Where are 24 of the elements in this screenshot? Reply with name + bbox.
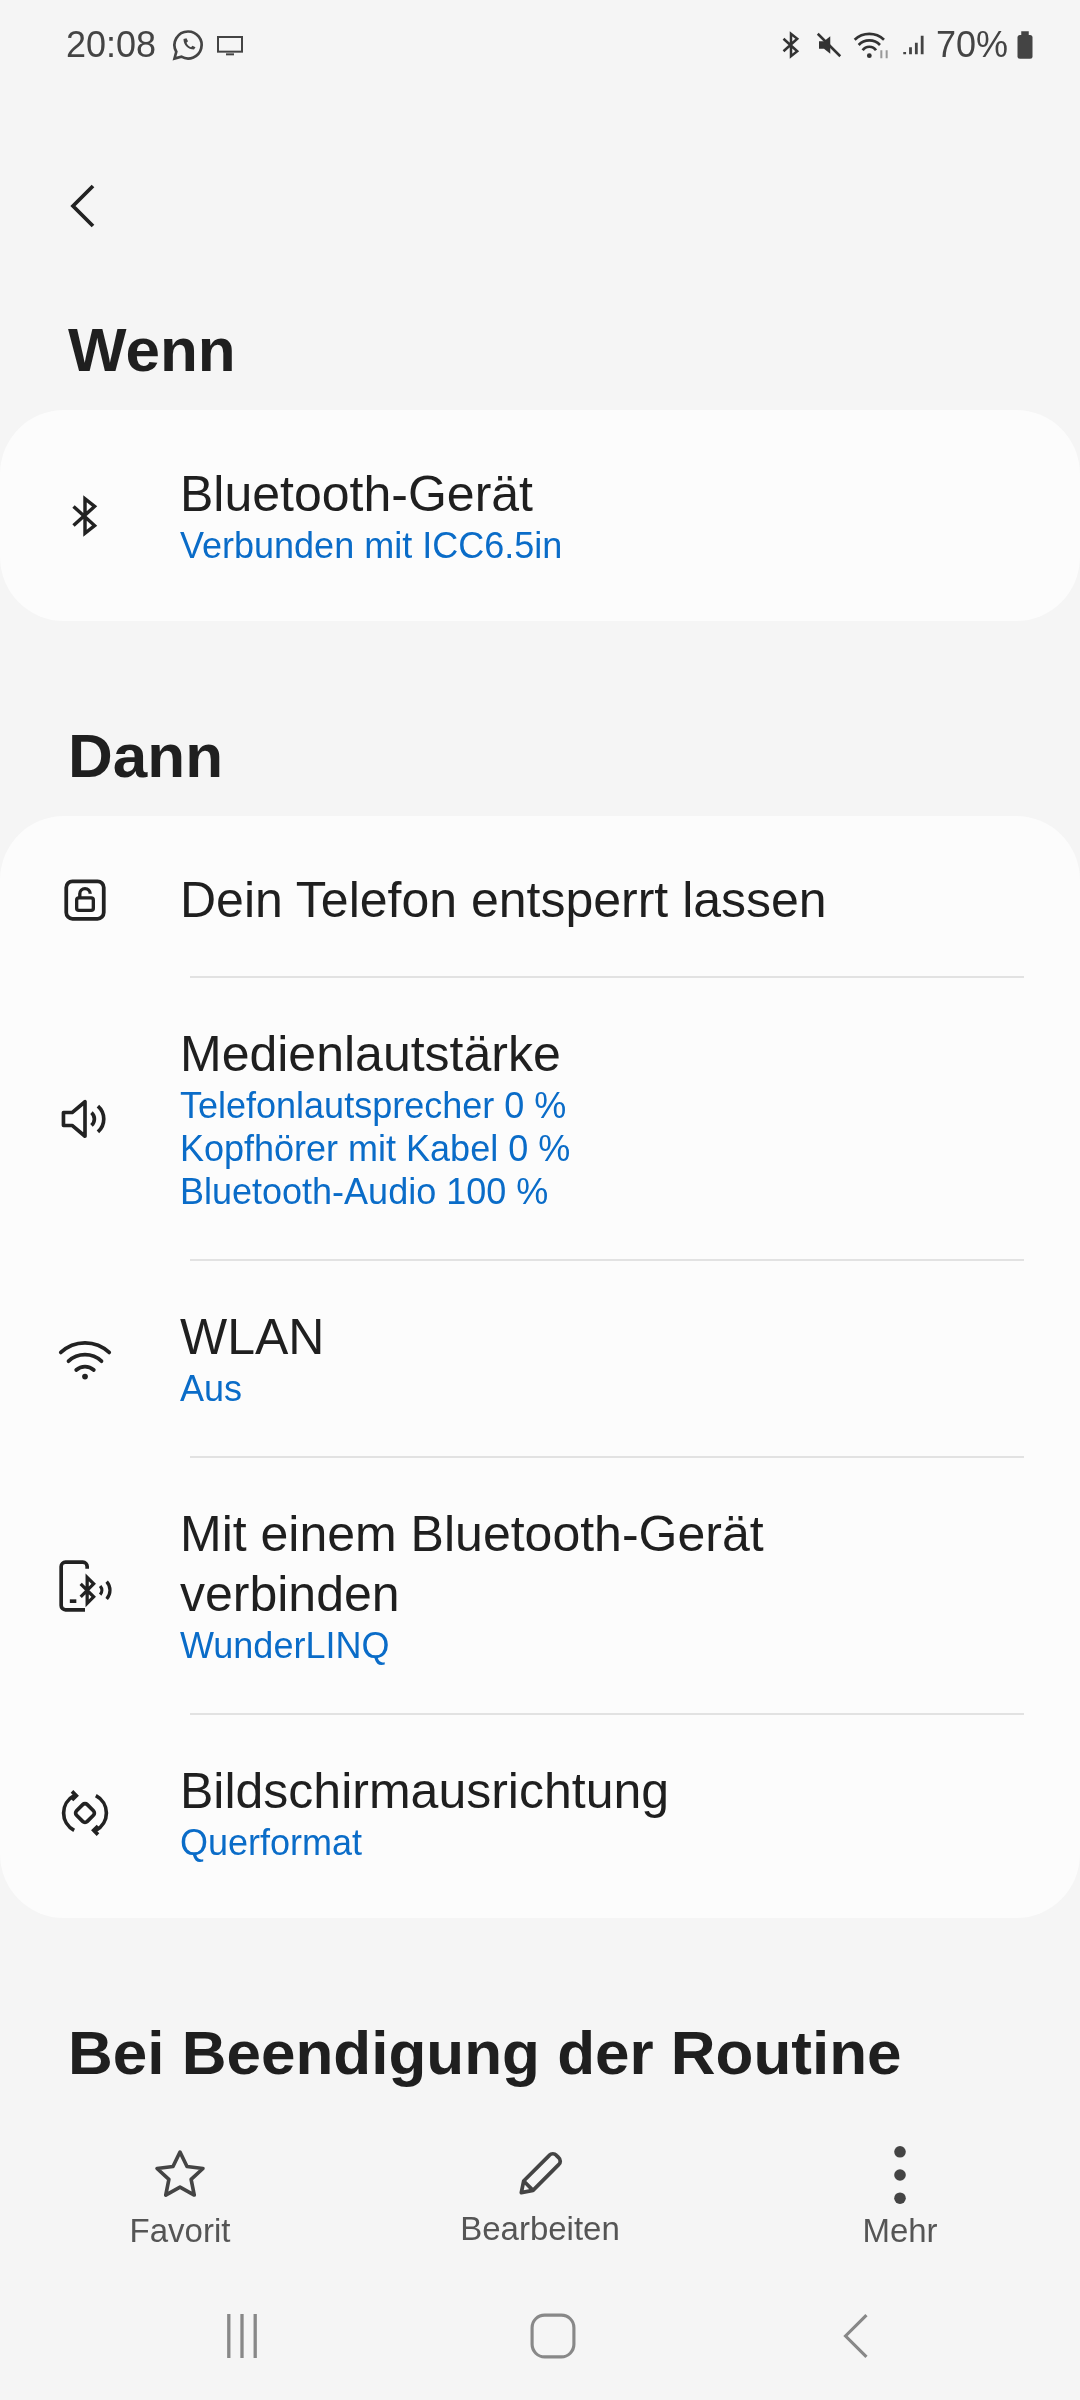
item-detail: WunderLINQ — [180, 1624, 391, 1667]
battery-icon — [1016, 30, 1034, 60]
home-icon[interactable] — [530, 2313, 576, 2359]
item-title[interactable]: Medienlautstärke — [180, 1024, 960, 1084]
item-title[interactable]: Bildschirmausrichtung — [180, 1761, 960, 1821]
battery-percent: 70% — [935, 24, 1008, 66]
more-icon — [894, 2146, 906, 2204]
section-heading: Dann — [67, 720, 224, 792]
item-detail: Verbunden mit ICC6.5in — [180, 524, 564, 567]
item-detail: Bluetooth-Audio 100 % — [180, 1170, 550, 1213]
action-button[interactable]: Favorit — [0, 2138, 360, 2258]
item-title[interactable]: Bluetooth-Gerät — [180, 464, 960, 524]
item-title[interactable]: Dein Telefon entsperrt lassen — [180, 870, 960, 930]
action-button[interactable]: Mehr — [720, 2138, 1080, 2258]
status-time: 20:08 — [66, 24, 157, 66]
section-heading: Bei Beendigung der Routine — [67, 2017, 903, 2089]
item-detail: Querformat — [180, 1821, 364, 1864]
item-detail: Kopfhörer mit Kabel 0 % — [180, 1127, 572, 1170]
action-button[interactable]: Bearbeiten — [360, 2138, 720, 2258]
item-title[interactable]: WLAN — [180, 1307, 960, 1367]
section-heading: Wenn — [67, 314, 237, 386]
item-detail: Aus — [180, 1367, 244, 1410]
item-detail: Telefonlautsprecher 0 % — [180, 1084, 568, 1127]
item-title[interactable]: Mit einem Bluetooth-Gerät verbinden — [180, 1504, 960, 1624]
